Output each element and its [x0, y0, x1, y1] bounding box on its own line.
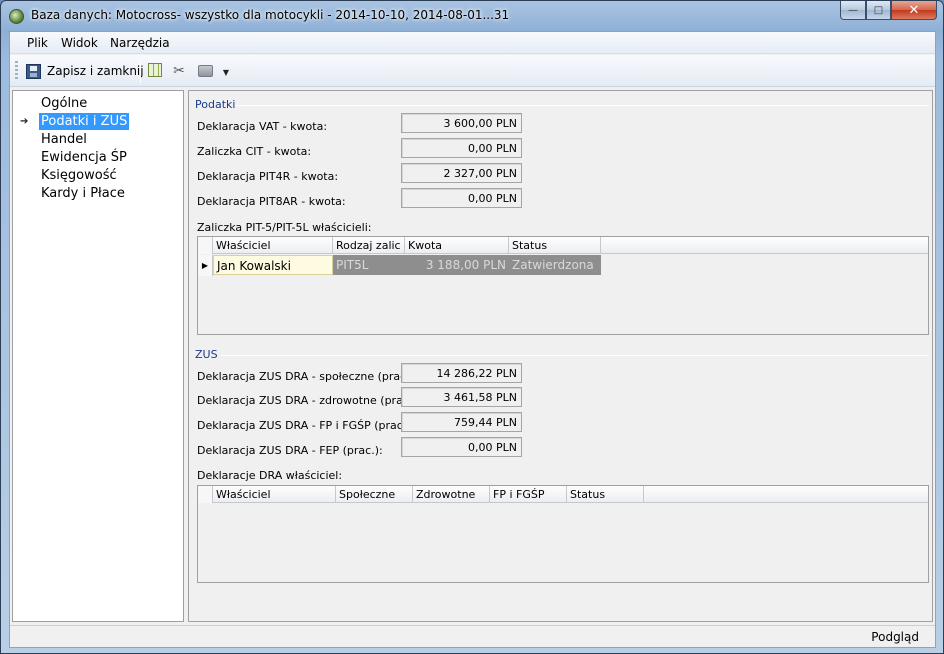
- status-bar: Podgląd: [10, 625, 935, 647]
- pit4r-label: Deklaracja PIT4R - kwota:: [197, 170, 339, 183]
- column-fp-fgsp[interactable]: FP i FGŚP: [490, 486, 567, 503]
- dra-owners-header: Właściciel Społeczne Zdrowotne FP i FGŚP…: [198, 486, 928, 503]
- table-row[interactable]: ▶ Jan Kowalski PIT5L 3 188,00 PLN Zatwie…: [198, 255, 602, 276]
- owners-advances-table[interactable]: Właściciel Rodzaj zalic Kwota Status ▶ J…: [197, 236, 929, 335]
- application-window: Baza danych: Motocross- wszystko dla mot…: [0, 0, 944, 654]
- zus-health-label: Deklaracja ZUS DRA - zdrowotne (prac.):: [197, 394, 421, 407]
- header-row-indicator: [198, 237, 213, 254]
- nav-item-ewidencja-sp[interactable]: Ewidencja ŚP: [39, 149, 129, 166]
- window-client-area: Plik Widok Narzędzia Zapisz i zamknij ✂ …: [9, 31, 936, 648]
- close-icon: ✕: [908, 2, 920, 18]
- column-social[interactable]: Społeczne: [336, 486, 413, 503]
- print-button[interactable]: [198, 63, 214, 79]
- cit-label: Zaliczka CIT - kwota:: [197, 145, 312, 158]
- tools-icon: ✂: [173, 63, 185, 79]
- menu-bar: Plik Widok Narzędzia: [10, 32, 935, 54]
- menu-plik[interactable]: Plik: [27, 36, 48, 50]
- pit8ar-label: Deklaracja PIT8AR - kwota:: [197, 195, 346, 208]
- status-preview-label: Podgląd: [871, 630, 919, 644]
- cit-amount-field[interactable]: 0,00 PLN: [401, 138, 522, 158]
- toolbar-separator: [140, 61, 141, 83]
- grid-icon: [148, 63, 162, 77]
- nav-item-ksiegowosc[interactable]: Księgowość: [39, 167, 119, 184]
- menu-widok[interactable]: Widok: [61, 36, 98, 50]
- close-button[interactable]: ✕: [891, 1, 937, 20]
- tools-button[interactable]: ✂: [171, 63, 187, 79]
- podatki-group-title: Podatki: [195, 98, 236, 111]
- floppy-disk-icon: [26, 63, 41, 79]
- window-title: Baza danych: Motocross- wszystko dla mot…: [31, 8, 510, 22]
- dra-owners-table[interactable]: Właściciel Społeczne Zdrowotne FP i FGŚP…: [197, 485, 929, 583]
- grid-settings-button[interactable]: [148, 63, 164, 79]
- zus-health-amount-field[interactable]: 3 461,58 PLN: [401, 387, 522, 407]
- minimize-button[interactable]: —: [840, 1, 866, 20]
- zus-fep-amount-field[interactable]: 0,00 PLN: [401, 437, 522, 457]
- printer-icon: [198, 65, 213, 77]
- column-owner[interactable]: Właściciel: [213, 486, 336, 503]
- details-panel: Podatki Deklaracja VAT - kwota: 3 600,00…: [188, 90, 933, 622]
- chevron-down-icon: ▼: [222, 68, 230, 77]
- nav-item-kadry-i-place[interactable]: Kardy i Płace: [39, 185, 127, 202]
- owners-advances-header: Właściciel Rodzaj zalic Kwota Status: [198, 237, 928, 254]
- minimize-icon: —: [848, 4, 858, 16]
- zus-social-label: Deklaracja ZUS DRA - społeczne (prac.):: [197, 370, 418, 383]
- pit4r-amount-field[interactable]: 2 327,00 PLN: [401, 163, 522, 183]
- owners-advances-label: Zaliczka PIT-5/PIT-5L właścicieli:: [197, 221, 372, 234]
- zus-social-amount-field[interactable]: 14 286,22 PLN: [401, 363, 522, 383]
- current-item-arrow-icon: ➔: [20, 116, 29, 127]
- menu-narzedzia[interactable]: Narzędzia: [110, 36, 170, 50]
- column-status[interactable]: Status: [567, 486, 644, 503]
- title-bar[interactable]: Baza danych: Motocross- wszystko dla mot…: [1, 1, 943, 31]
- cell-advance-type[interactable]: PIT5L: [333, 255, 405, 275]
- nav-item-handel[interactable]: Handel: [39, 131, 89, 148]
- nav-item-ogolne[interactable]: Ogólne: [39, 95, 89, 112]
- window-controls: — □ ✕: [840, 1, 937, 21]
- zus-fp-fgsp-amount-field[interactable]: 759,44 PLN: [401, 412, 522, 432]
- podatki-group-divider: [235, 105, 929, 106]
- vat-amount-field[interactable]: 3 600,00 PLN: [401, 113, 522, 133]
- column-health[interactable]: Zdrowotne: [413, 486, 490, 503]
- navigation-list: ➔ Ogólne Podatki i ZUS Handel Ewidencja …: [12, 90, 184, 622]
- row-pointer-icon: ▶: [198, 255, 213, 276]
- nav-item-podatki-i-zus[interactable]: Podatki i ZUS: [39, 113, 130, 130]
- column-amount[interactable]: Kwota: [405, 237, 509, 254]
- print-dropdown-button[interactable]: ▼: [218, 63, 234, 79]
- cell-amount[interactable]: 3 188,00 PLN: [405, 255, 509, 275]
- toolbar-grip[interactable]: [15, 61, 18, 81]
- column-owner[interactable]: Właściciel: [213, 237, 333, 254]
- app-icon[interactable]: [9, 9, 24, 24]
- zus-fp-fgsp-label: Deklaracja ZUS DRA - FP i FGŚP (prac.): [197, 419, 411, 432]
- cell-owner[interactable]: Jan Kowalski: [213, 255, 333, 275]
- zus-fep-label: Deklaracja ZUS DRA - FEP (prac.):: [197, 444, 383, 457]
- save-and-close-button[interactable]: Zapisz i zamknij: [26, 62, 144, 80]
- zus-group-divider: [221, 355, 929, 356]
- pit8ar-amount-field[interactable]: 0,00 PLN: [401, 188, 522, 208]
- toolbar: Zapisz i zamknij ✂ ▼: [10, 55, 935, 87]
- cell-status[interactable]: Zatwierdzona: [509, 255, 601, 275]
- vat-label: Deklaracja VAT - kwota:: [197, 120, 328, 133]
- column-status[interactable]: Status: [509, 237, 601, 254]
- maximize-icon: □: [873, 4, 884, 16]
- column-advance-type[interactable]: Rodzaj zalic: [333, 237, 405, 254]
- maximize-button[interactable]: □: [866, 1, 891, 20]
- zus-group-title: ZUS: [195, 348, 218, 361]
- save-and-close-label: Zapisz i zamknij: [47, 64, 144, 78]
- dra-owners-label: Deklaracje DRA właściciel:: [197, 469, 343, 482]
- header-row-indicator: [198, 486, 213, 503]
